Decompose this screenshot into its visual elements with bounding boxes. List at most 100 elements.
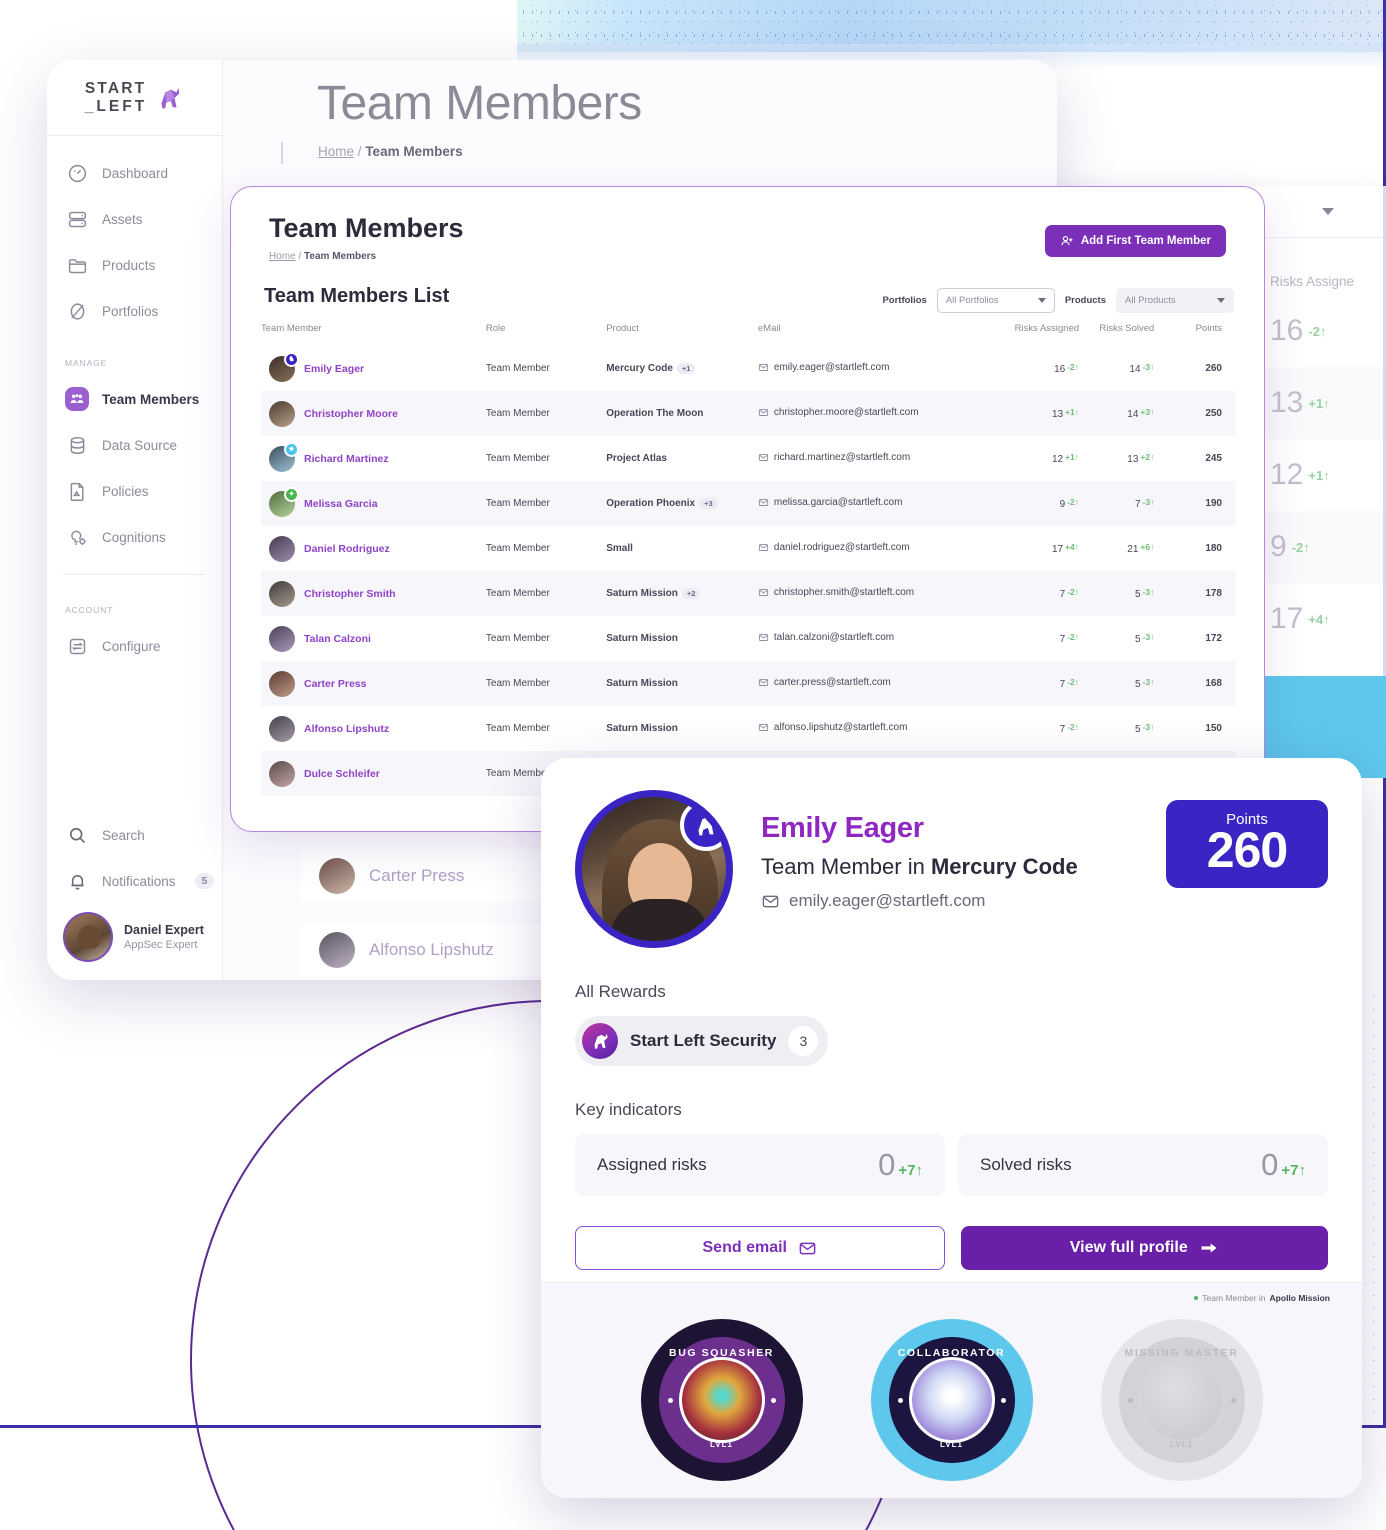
profile-info: Emily Eager Team Member in Mercury Code … — [733, 790, 1078, 911]
cell-team-member[interactable]: Carter Press — [261, 661, 486, 706]
table-row[interactable]: ✦ Melissa Garcia Team Member Operation P… — [261, 481, 1236, 526]
sidebar-item-portfolios[interactable]: Portfolios — [47, 288, 222, 334]
col-header-role[interactable]: Role — [486, 317, 606, 346]
cell-email[interactable]: melissa.garcia@startleft.com — [758, 481, 1004, 526]
product-extra-chip: +1 — [676, 362, 696, 374]
profile-footer: Team Member in Apollo Mission BUG SQUASH… — [541, 1282, 1362, 1498]
table-row[interactable]: Talan Calzoni Team Member Saturn Mission… — [261, 616, 1236, 661]
sidebar-item-label: Assets — [102, 211, 143, 227]
add-first-team-member-button[interactable]: Add First Team Member — [1044, 225, 1226, 257]
avatar — [63, 912, 113, 962]
table-row[interactable]: Christopher Moore Team Member Operation … — [261, 391, 1236, 436]
cell-team-member[interactable]: Talan Calzoni — [261, 616, 486, 661]
cell-risks-assigned: 7 -2↑ — [1059, 632, 1080, 645]
reward-count: 3 — [788, 1026, 819, 1056]
cell-team-member[interactable]: Alfonso Lipshutz — [261, 706, 486, 751]
sidebar-item-notifications[interactable]: Notifications 5 — [47, 858, 222, 904]
medal-dot-right — [1230, 1398, 1236, 1403]
sidebar-item-team-members[interactable]: Team Members — [47, 376, 222, 422]
cell-email[interactable]: alfonso.lipshutz@startleft.com — [758, 706, 1004, 751]
portfolios-filter-select[interactable]: All Portfolios — [936, 288, 1055, 313]
cell-team-member[interactable]: Daniel Rodriguez — [261, 526, 486, 571]
cell-role: Team Member — [485, 678, 550, 689]
products-filter-select[interactable]: All Products — [1116, 288, 1234, 313]
cell-team-member[interactable]: Christopher Smith — [261, 571, 486, 616]
cell-team-member[interactable]: ★ Richard Martinez — [261, 436, 486, 481]
cell-product: Saturn Mission — [606, 678, 678, 689]
profile-name: Emily Eager — [761, 812, 924, 844]
cell-team-member[interactable]: ✦ Melissa Garcia — [261, 481, 486, 526]
table-row[interactable]: Daniel Rodriguez Team Member Small danie… — [261, 526, 1236, 571]
table-row[interactable]: Christopher Smith Team Member Saturn Mis… — [261, 571, 1236, 616]
member-name: Christopher Moore — [304, 407, 398, 420]
product-extra-chip: +3 — [699, 497, 718, 509]
cell-team-member[interactable]: Dulce Schleifer — [261, 751, 486, 796]
cell-team-member[interactable]: Christopher Moore — [261, 391, 486, 436]
sidebar-item-products[interactable]: Products — [47, 242, 222, 288]
chevron-down-icon — [1217, 298, 1225, 303]
col-header-risks-solved[interactable]: Risks Solved — [1079, 317, 1154, 346]
medal-dot-right — [770, 1398, 776, 1403]
logo-line-1: START — [84, 79, 147, 97]
cell-team-member[interactable]: ♞ Emily Eager — [261, 346, 486, 391]
medal-emblem — [1138, 1357, 1225, 1443]
medal-level: LVL1 — [940, 1440, 963, 1449]
send-email-button[interactable]: Send email — [575, 1226, 945, 1270]
sidebar-item-policies[interactable]: Policies — [47, 468, 222, 514]
sidebar-item-assets[interactable]: Assets — [47, 196, 222, 242]
table-row[interactable]: ★ Richard Martinez Team Member Project A… — [261, 436, 1236, 481]
member-name: Carter Press — [369, 866, 465, 885]
table-row[interactable]: ♞ Emily Eager Team Member Mercury Code +1… — [261, 346, 1236, 391]
cell-email[interactable]: talan.calzoni@startleft.com — [758, 616, 1004, 661]
col-header-risks-assigned[interactable]: Risks Assigned — [1004, 317, 1079, 346]
cell-email[interactable]: daniel.rodriguez@startleft.com — [758, 526, 1004, 571]
sidebar-item-cognitions[interactable]: Cognitions — [47, 514, 222, 560]
sidebar-user-profile[interactable]: Daniel Expert AppSec Expert — [47, 904, 222, 962]
achievement-medal[interactable]: BUG SQUASHER LVL1 — [640, 1319, 803, 1481]
cell-points: 245 — [1205, 453, 1222, 464]
table-row[interactable]: Carter Press Team Member Saturn Mission … — [261, 661, 1236, 706]
sidebar-item-configure[interactable]: Configure — [47, 623, 222, 669]
cell-email[interactable]: emily.eager@startleft.com — [758, 346, 1004, 391]
sidebar-item-dashboard[interactable]: Dashboard — [47, 150, 222, 196]
col-header-team-member[interactable]: Team Member — [261, 317, 486, 346]
app-logo[interactable]: START _LEFT — [47, 60, 222, 136]
cell-product: Saturn Mission — [606, 723, 678, 734]
avatar-status-badge: ★ — [284, 441, 299, 457]
breadcrumb-separator: / — [357, 144, 362, 159]
achievement-medal[interactable]: MISSING MASTER LVL1 — [1100, 1319, 1263, 1481]
footer-note-product: Apollo Mission — [1269, 1293, 1330, 1303]
cell-email[interactable]: christopher.smith@startleft.com — [758, 571, 1004, 616]
cell-email[interactable]: christopher.moore@startleft.com — [758, 391, 1004, 436]
col-header-product[interactable]: Product — [606, 317, 758, 346]
col-header-email[interactable]: eMail — [758, 317, 1004, 346]
view-full-profile-button[interactable]: View full profile — [960, 1226, 1328, 1270]
col-header-points[interactable]: Points — [1154, 317, 1236, 346]
sliders-icon — [65, 634, 89, 658]
cell-risks-solved: 5 -3↑ — [1134, 632, 1155, 645]
sidebar-item-search[interactable]: Search — [47, 812, 222, 858]
cell-risks-solved: 5 -3↑ — [1134, 587, 1155, 600]
indicator-value: 0 — [878, 1147, 896, 1182]
sidebar-item-data-source[interactable]: Data Source — [47, 422, 222, 468]
table-row[interactable]: Alfonso Lipshutz Team Member Saturn Miss… — [261, 706, 1236, 751]
filter-bar: Portfolios All Portfolios Products All P… — [882, 288, 1234, 313]
sidebar-item-label: Cognitions — [102, 529, 166, 545]
indicator-label: Solved risks — [980, 1155, 1072, 1174]
achievement-medal[interactable]: COLLABORATOR LVL1 — [870, 1319, 1033, 1481]
add-first-team-member-label: Add First Team Member — [1080, 235, 1211, 247]
card-breadcrumb-home-link[interactable]: Home — [269, 251, 296, 262]
bell-icon — [65, 869, 89, 893]
card-breadcrumb: Home / Team Members — [269, 251, 376, 262]
indicator-value: 0 — [1261, 1147, 1279, 1182]
medal-dot-left — [667, 1398, 673, 1403]
people-icon — [65, 387, 89, 411]
cell-email[interactable]: richard.martinez@startleft.com — [758, 436, 1004, 481]
breadcrumb-home-link[interactable]: Home — [318, 144, 354, 159]
cell-risks-assigned: 7 -2↑ — [1059, 587, 1080, 600]
cell-email[interactable]: carter.press@startleft.com — [758, 661, 1004, 706]
reward-chip[interactable]: Start Left Security 3 — [575, 1016, 829, 1066]
medal-emblem — [908, 1357, 995, 1443]
cell-risks-assigned: 7 -2↑ — [1059, 722, 1080, 735]
profile-email-line[interactable]: emily.eager@startleft.com — [761, 891, 1078, 911]
